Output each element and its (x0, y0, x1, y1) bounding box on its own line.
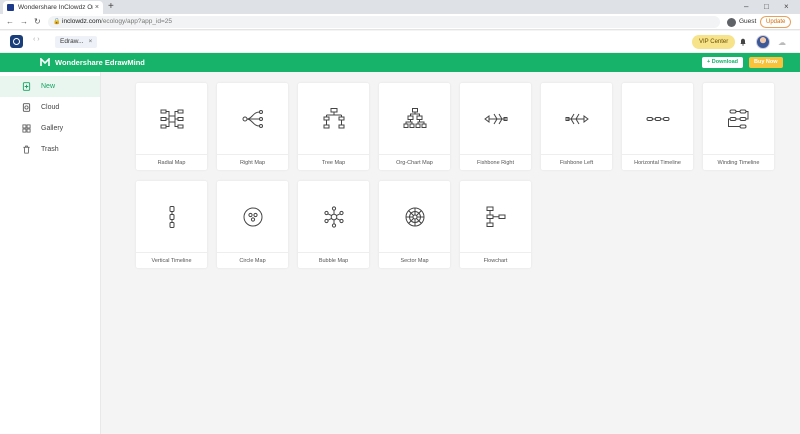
download-button[interactable]: + Download (702, 57, 744, 68)
fishbone-left-icon (565, 113, 589, 124)
template-label: Bubble Map (318, 258, 349, 264)
template-label: Circle Map (239, 258, 266, 264)
template-card-fishbone-left[interactable]: Fishbone Left (541, 83, 612, 170)
template-card-radial-map[interactable]: Radial Map (136, 83, 207, 170)
bubble-map-icon (323, 205, 344, 228)
back-arrow-icon[interactable]: ← (6, 16, 14, 28)
template-label: Winding Timeline (717, 160, 760, 166)
sidebar-item-new[interactable]: New (0, 76, 100, 97)
cloud-icon[interactable]: ☁ (778, 38, 786, 47)
template-label: Tree Map (321, 160, 346, 166)
right-map-icon (242, 109, 263, 128)
inclowdz-favicon-icon (7, 4, 14, 11)
template-label: Radial Map (157, 160, 186, 166)
template-label: Right Map (239, 160, 266, 166)
template-label: Fishbone Left (559, 160, 594, 166)
sidebar-item-cloud[interactable]: Cloud (0, 97, 100, 118)
maximize-button[interactable]: □ (764, 1, 769, 13)
sector-map-icon (405, 207, 424, 226)
template-card-sector-map[interactable]: Sector Map (379, 181, 450, 268)
template-card-winding-timeline[interactable]: Winding Timeline (703, 83, 774, 170)
gallery-icon (22, 124, 31, 133)
update-button[interactable]: Update (760, 16, 792, 28)
horizontal-timeline-icon (646, 116, 669, 121)
vip-center-button[interactable]: VIP Center (692, 35, 736, 49)
template-card-circle-map[interactable]: Circle Map (217, 181, 288, 268)
winding-timeline-icon (727, 109, 748, 128)
bell-icon[interactable] (739, 38, 747, 46)
url-path: /ecology/app?app_id=25 (101, 18, 173, 25)
forward-arrow-icon[interactable]: → (20, 16, 28, 28)
url-host: inclowdz.com (62, 18, 102, 25)
new-tab-button[interactable]: + (108, 1, 114, 13)
vertical-timeline-icon (169, 205, 174, 228)
avatar[interactable] (756, 35, 770, 49)
template-card-vertical-timeline[interactable]: Vertical Timeline (136, 181, 207, 268)
lock-icon: 🔒 (53, 19, 61, 25)
sidebar-item-label: Cloud (41, 104, 60, 111)
template-card-fishbone-right[interactable]: Fishbone Right (460, 83, 531, 170)
template-label: Fishbone Right (477, 160, 514, 166)
template-label: Vertical Timeline (151, 258, 192, 264)
app-tab-close-icon[interactable]: × (88, 38, 92, 45)
template-card-right-map[interactable]: Right Map (217, 83, 288, 170)
app-open-tab[interactable]: Edraw... × (55, 36, 98, 48)
app-open-tab-label: Edraw... (60, 38, 84, 45)
brand: Wondershare EdrawMind (40, 56, 145, 69)
template-card-horizontal-timeline[interactable]: Horizontal Timeline (622, 83, 693, 170)
close-window-button[interactable]: × (784, 1, 789, 13)
sidebar-item-label: Trash (41, 146, 59, 153)
fishbone-right-icon (483, 113, 507, 124)
template-gallery: Radial Map Right Map Tree Map Org-Chart … (101, 72, 800, 434)
template-card-bubble-map[interactable]: Bubble Map (298, 181, 369, 268)
radial-map-icon (160, 109, 183, 128)
inclowdz-logo-icon[interactable] (10, 35, 23, 48)
template-label: Horizontal Timeline (634, 160, 681, 166)
template-card-org-chart-map[interactable]: Org-Chart Map (379, 83, 450, 170)
sidebar-item-gallery[interactable]: Gallery (0, 118, 100, 139)
template-card-flowchart[interactable]: Flowchart (460, 181, 531, 268)
app-nav-arrows-icon[interactable]: ‹ › (33, 36, 40, 43)
reload-icon[interactable]: ↻ (34, 16, 41, 28)
person-icon (727, 17, 736, 27)
app-top-bar: ‹ › Edraw... × VIP Center ☁ (0, 31, 800, 53)
buy-now-button[interactable]: Buy Now (749, 57, 783, 68)
edrawmind-logo-icon (40, 58, 50, 66)
sidebar-item-trash[interactable]: Trash (0, 139, 100, 160)
browser-tab-title: Wondershare InClowdz Online (18, 4, 93, 11)
sidebar-item-label: Gallery (41, 125, 64, 132)
circle-map-icon (243, 207, 262, 226)
browser-tab[interactable]: Wondershare InClowdz Online × (3, 1, 103, 14)
sidebar-item-label: New (41, 83, 56, 90)
brand-name: Wondershare EdrawMind (55, 58, 145, 67)
edrawmind-banner: Wondershare EdrawMind + Download Buy Now (0, 53, 800, 72)
trash-icon (23, 145, 30, 154)
flowchart-icon (486, 206, 505, 227)
browser-tab-strip: Wondershare InClowdz Online × + – □ × (0, 0, 800, 14)
template-label: Sector Map (400, 258, 429, 264)
minimize-button[interactable]: – (744, 1, 748, 13)
template-label: Org-Chart Map (396, 160, 433, 166)
browser-address-bar: ← → ↻ 🔒 inclowdz.com/ecology/app?app_id=2… (0, 14, 800, 30)
url-input[interactable]: 🔒 inclowdz.com/ecology/app?app_id=25 (48, 16, 720, 28)
browser-tab-close-icon[interactable]: × (95, 4, 99, 11)
new-file-icon (22, 82, 31, 91)
sidebar: New Cloud Gallery Trash (0, 72, 101, 434)
template-card-tree-map[interactable]: Tree Map (298, 83, 369, 170)
profile-button[interactable]: Guest (727, 16, 756, 28)
profile-label: Guest (739, 18, 757, 25)
tree-map-icon (323, 107, 344, 128)
cloud-file-icon (22, 103, 31, 112)
org-chart-icon (403, 107, 426, 128)
template-label: Flowchart (483, 258, 508, 264)
